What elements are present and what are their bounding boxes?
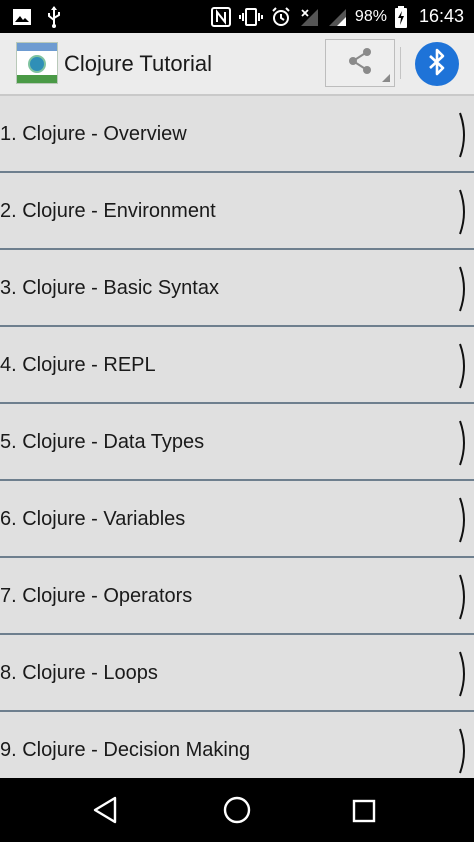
list-item[interactable]: 8. Clojure - Loops [0,635,474,712]
list-item[interactable]: 3. Clojure - Basic Syntax [0,250,474,327]
usb-icon [46,5,62,28]
list-item[interactable]: 9. Clojure - Decision Making [0,712,474,778]
list-item[interactable]: 5. Clojure - Data Types [0,404,474,481]
home-icon[interactable] [223,796,251,829]
battery-charging-icon [394,5,407,28]
navigation-bar [0,778,474,842]
list-item-label: 8. Clojure - Loops [0,662,158,684]
dropdown-corner-icon [382,74,390,82]
app-logo-icon [16,42,58,84]
back-icon[interactable] [92,796,118,829]
recents-icon[interactable] [352,799,376,828]
chevron-right-icon [458,189,470,240]
chevron-right-icon [458,574,470,625]
chevron-right-icon [458,420,470,471]
app-bar: Clojure Tutorial [0,33,474,96]
bluetooth-icon [426,47,448,82]
no-signal-icon [299,7,319,27]
chevron-right-icon [458,651,470,702]
list-item-label: 7. Clojure - Operators [0,585,193,607]
list-item[interactable]: 7. Clojure - Operators [0,558,474,635]
chevron-right-icon [458,112,470,163]
list-item[interactable]: 4. Clojure - REPL [0,327,474,404]
chevron-right-icon [458,728,470,778]
share-icon [345,46,375,81]
app-title: Clojure Tutorial [64,51,212,76]
list-item[interactable]: 1. Clojure - Overview [0,96,474,173]
clock: 16:43 [418,6,464,26]
alarm-icon [271,6,291,27]
list-item-label: 4. Clojure - REPL [0,354,156,376]
list-item-label: 5. Clojure - Data Types [0,431,205,453]
chevron-right-icon [458,266,470,317]
list-item-label: 9. Clojure - Decision Making [0,739,251,761]
list-item-label: 6. Clojure - Variables [0,508,186,530]
nfc-icon [210,6,231,27]
list-item[interactable]: 6. Clojure - Variables [0,481,474,558]
share-button[interactable] [325,39,395,87]
signal-icon [327,7,347,27]
chevron-right-icon [458,343,470,394]
list-item[interactable]: 2. Clojure - Environment [0,173,474,250]
tutorial-list: 1. Clojure - Overview 2. Clojure - Envir… [0,96,474,778]
list-item-label: 1. Clojure - Overview [0,123,187,145]
chevron-right-icon [458,497,470,548]
battery-percent: 98% [354,7,387,25]
list-item-label: 3. Clojure - Basic Syntax [0,277,219,299]
toolbar-divider [400,47,401,79]
image-icon [12,8,32,26]
list-item-label: 2. Clojure - Environment [0,200,216,222]
status-bar: 98% 16:43 [0,0,474,33]
bluetooth-button[interactable] [415,42,459,86]
vibrate-icon [238,7,263,27]
